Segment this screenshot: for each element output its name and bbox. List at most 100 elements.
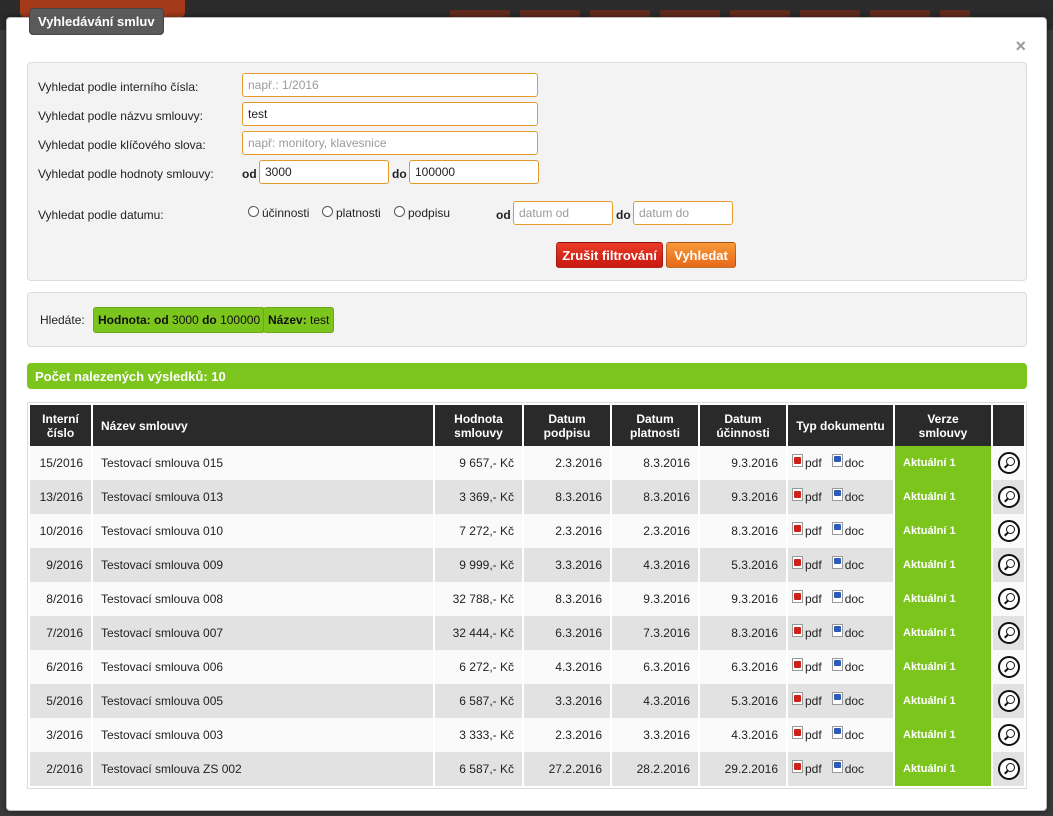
magnifier-icon[interactable] [997,554,1020,576]
cell-effective: 9.3.2016 [700,582,786,616]
cell-version[interactable]: Aktuální 1 [895,446,991,480]
word-doc-icon[interactable] [831,624,843,638]
cell-value: 6 587,- Kč [435,684,522,718]
col-header-name[interactable]: Název smlouvy [93,405,433,446]
doc-link[interactable]: doc [831,760,864,776]
word-doc-icon[interactable] [831,726,843,740]
cell-effective: 9.3.2016 [700,480,786,514]
radio-ucinnosti-label: účinnosti [262,206,310,220]
cancel-filter-button[interactable]: Zrušit filtrování [556,242,663,268]
doc-link[interactable]: doc [831,726,864,742]
magnifier-icon[interactable] [997,588,1020,610]
pdf-file-icon[interactable] [792,624,803,638]
radio-platnosti[interactable]: platnosti [322,206,381,220]
pdf-link[interactable]: pdf [792,556,822,572]
pdf-link[interactable]: pdf [792,658,822,674]
date-to-input[interactable] [633,201,733,225]
magnifier-icon[interactable] [997,622,1020,644]
internal-number-input[interactable] [242,73,538,97]
word-doc-icon[interactable] [831,658,843,672]
cell-version[interactable]: Aktuální 1 [895,480,991,514]
cell-detail [993,684,1024,718]
col-header-number[interactable]: Interní číslo [30,405,91,446]
magnifier-icon[interactable] [997,520,1020,542]
pdf-link[interactable]: pdf [792,488,822,504]
close-icon[interactable]: × [1015,36,1026,57]
word-doc-icon[interactable] [831,488,843,502]
col-header-signed[interactable]: Datum podpisu [524,405,610,446]
pdf-file-icon[interactable] [792,556,803,570]
pdf-link[interactable]: pdf [792,692,822,708]
cell-effective: 4.3.2016 [700,718,786,752]
word-doc-icon[interactable] [831,522,843,536]
pdf-link[interactable]: pdf [792,624,822,640]
doc-link[interactable]: doc [831,692,864,708]
col-header-doc-type: Typ dokumentu [788,405,893,446]
search-form-panel: Vyhledat podle interního čísla: Vyhledat… [27,62,1027,281]
pdf-file-icon[interactable] [792,658,803,672]
radio-button-icon[interactable] [248,206,259,217]
cell-number: 6/2016 [30,650,91,684]
magnifier-icon[interactable] [997,690,1020,712]
pdf-file-icon[interactable] [792,522,803,536]
filter-tag-value[interactable]: Hodnota: od 3000 do 100000 [93,307,266,333]
cell-version[interactable]: Aktuální 1 [895,548,991,582]
pdf-file-icon[interactable] [792,726,803,740]
cell-version[interactable]: Aktuální 1 [895,684,991,718]
cell-version[interactable]: Aktuální 1 [895,718,991,752]
value-range-label: Vyhledat podle hodnoty smlouvy: [38,167,214,181]
col-header-value[interactable]: Hodnota smlouvy [435,405,522,446]
radio-button-icon[interactable] [322,206,333,217]
cell-version[interactable]: Aktuální 1 [895,616,991,650]
keyword-input[interactable] [242,131,538,155]
pdf-file-icon[interactable] [792,454,803,468]
word-doc-icon[interactable] [831,760,843,774]
value-to-input[interactable] [409,160,539,184]
magnifier-icon[interactable] [997,656,1020,678]
pdf-link[interactable]: pdf [792,590,822,606]
col-header-effective[interactable]: Datum účinnosti [700,405,786,446]
magnifier-icon[interactable] [997,758,1020,780]
pdf-link[interactable]: pdf [792,760,822,776]
radio-podpisu[interactable]: podpisu [394,206,450,220]
search-button[interactable]: Vyhledat [666,242,736,268]
doc-link[interactable]: doc [831,658,864,674]
word-doc-icon[interactable] [831,454,843,468]
cell-value: 9 999,- Kč [435,548,522,582]
pdf-link[interactable]: pdf [792,522,822,538]
magnifier-icon[interactable] [997,486,1020,508]
pdf-file-icon[interactable] [792,488,803,502]
word-doc-icon[interactable] [831,590,843,604]
pdf-link[interactable]: pdf [792,726,822,742]
word-doc-icon[interactable] [831,556,843,570]
cell-version[interactable]: Aktuální 1 [895,514,991,548]
doc-link[interactable]: doc [831,624,864,640]
cell-version[interactable]: Aktuální 1 [895,650,991,684]
doc-link[interactable]: doc [831,522,864,538]
pdf-file-icon[interactable] [792,590,803,604]
cell-version[interactable]: Aktuální 1 [895,582,991,616]
pdf-file-icon[interactable] [792,760,803,774]
col-header-valid[interactable]: Datum platnosti [612,405,698,446]
cell-number: 8/2016 [30,582,91,616]
pdf-link[interactable]: pdf [792,454,822,470]
cell-version[interactable]: Aktuální 1 [895,752,991,786]
magnifier-icon[interactable] [997,452,1020,474]
cell-doc-type: pdf doc [788,582,893,616]
cell-signed: 2.3.2016 [524,514,610,548]
radio-button-icon[interactable] [394,206,405,217]
cell-name: Testovací smlouva 006 [93,650,433,684]
doc-link[interactable]: doc [831,454,864,470]
value-from-input[interactable] [259,160,389,184]
pdf-file-icon[interactable] [792,692,803,706]
word-doc-icon[interactable] [831,692,843,706]
date-from-input[interactable] [513,201,613,225]
filter-tag-name[interactable]: Název: test [263,307,335,333]
doc-link[interactable]: doc [831,590,864,606]
doc-link[interactable]: doc [831,488,864,504]
radio-ucinnosti[interactable]: účinnosti [248,206,309,220]
cell-doc-type: pdf doc [788,752,893,786]
doc-link[interactable]: doc [831,556,864,572]
magnifier-icon[interactable] [997,724,1020,746]
contract-name-input[interactable] [242,102,538,126]
